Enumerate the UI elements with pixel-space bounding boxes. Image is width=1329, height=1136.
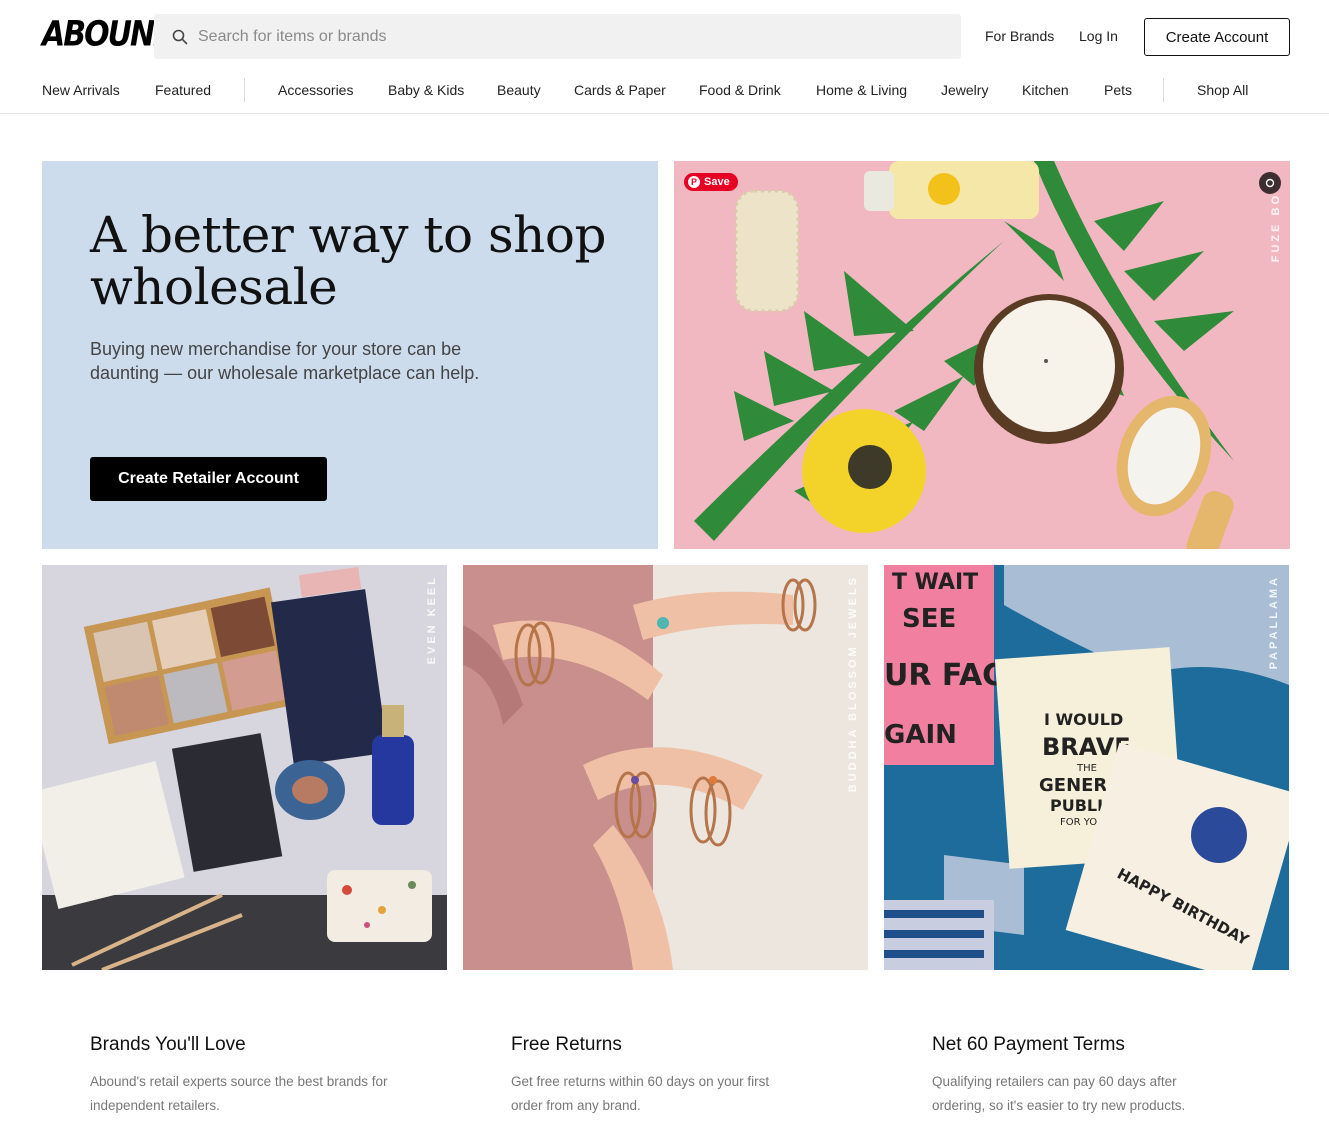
brand-label: FUZE BO xyxy=(1270,193,1282,263)
nav-shop-all[interactable]: Shop All xyxy=(1197,82,1248,98)
nav-new-arrivals[interactable]: New Arrivals xyxy=(42,82,120,98)
soap-illustration xyxy=(42,565,447,970)
hero-subtitle: Buying new merchandise for your store ca… xyxy=(90,339,480,383)
category-nav: New Arrivals Featured Accessories Baby &… xyxy=(0,70,1329,114)
brand-label: BUDDHA BLOSSOM JEWELS xyxy=(847,575,859,793)
card-text-3: THE xyxy=(1076,763,1097,774)
buddha-blossom-jewels-image[interactable]: BUDDHA BLOSSOM JEWELS xyxy=(463,565,868,970)
brand-label: PAPALLAMA xyxy=(1268,575,1280,670)
nav-baby-kids[interactable]: Baby & Kids xyxy=(388,82,464,98)
feature-title: Brands You'll Love xyxy=(90,1034,246,1055)
visual-search-icon[interactable] xyxy=(1259,172,1281,194)
card3-text-1: T WAIT xyxy=(892,570,978,595)
bracelets-illustration xyxy=(463,565,868,970)
create-account-button[interactable]: Create Account xyxy=(1144,18,1290,56)
feature-title: Free Returns xyxy=(511,1034,622,1055)
search-icon xyxy=(172,29,188,44)
lens-icon xyxy=(1265,178,1275,188)
nav-accessories[interactable]: Accessories xyxy=(278,82,353,98)
feature-text: Get free returns within 60 days on your … xyxy=(511,1074,770,1113)
hero-product-image[interactable]: P Save FUZE BO xyxy=(674,161,1290,549)
feature-brands: Brands You'll Love Abound's retail exper… xyxy=(90,1034,420,1118)
feature-text: Abound's retail experts source the best … xyxy=(90,1074,388,1113)
feature-title: Net 60 Payment Terms xyxy=(932,1034,1125,1055)
abound-logo[interactable]: ABOUND xyxy=(42,14,178,56)
nav-home-living[interactable]: Home & Living xyxy=(816,82,907,98)
nav-kitchen[interactable]: Kitchen xyxy=(1022,82,1069,98)
hero-title: A better way to shop wholesale xyxy=(90,206,606,316)
log-in-link[interactable]: Log In xyxy=(1079,28,1118,44)
for-brands-link[interactable]: For Brands xyxy=(985,28,1054,44)
card3-text-2: SEE xyxy=(902,604,956,634)
even-keel-image[interactable]: EVEN KEEL xyxy=(42,565,447,970)
search-bar[interactable] xyxy=(154,14,961,59)
nav-food-drink[interactable]: Food & Drink xyxy=(699,82,781,98)
nav-divider xyxy=(244,78,245,102)
papallama-image[interactable]: T WAIT SEE UR FACE GAIN I WOULD BRAVE TH… xyxy=(884,565,1289,970)
pinterest-icon: P xyxy=(688,176,700,188)
save-label: Save xyxy=(704,176,730,188)
nav-beauty[interactable]: Beauty xyxy=(497,82,541,98)
pinterest-save-button[interactable]: P Save xyxy=(684,173,738,191)
brand-label: EVEN KEEL xyxy=(426,575,438,665)
nav-divider xyxy=(1163,78,1164,102)
flatlay-illustration xyxy=(674,161,1290,549)
cards-illustration: T WAIT SEE UR FACE GAIN I WOULD BRAVE TH… xyxy=(884,565,1289,970)
feature-text: Qualifying retailers can pay 60 days aft… xyxy=(932,1074,1186,1113)
nav-cards-paper[interactable]: Cards & Paper xyxy=(574,82,666,98)
nav-jewelry[interactable]: Jewelry xyxy=(941,82,988,98)
card3-text-4: GAIN xyxy=(884,720,957,750)
nav-pets[interactable]: Pets xyxy=(1104,82,1132,98)
create-retailer-account-button[interactable]: Create Retailer Account xyxy=(90,457,327,501)
nav-featured[interactable]: Featured xyxy=(155,82,211,98)
feature-payment-terms: Net 60 Payment Terms Qualifying retailer… xyxy=(932,1034,1262,1118)
hero-panel: A better way to shop wholesale Buying ne… xyxy=(42,161,658,549)
feature-returns: Free Returns Get free returns within 60 … xyxy=(511,1034,841,1118)
search-input[interactable] xyxy=(198,27,898,46)
card-text-1: I WOULD xyxy=(1044,710,1123,729)
